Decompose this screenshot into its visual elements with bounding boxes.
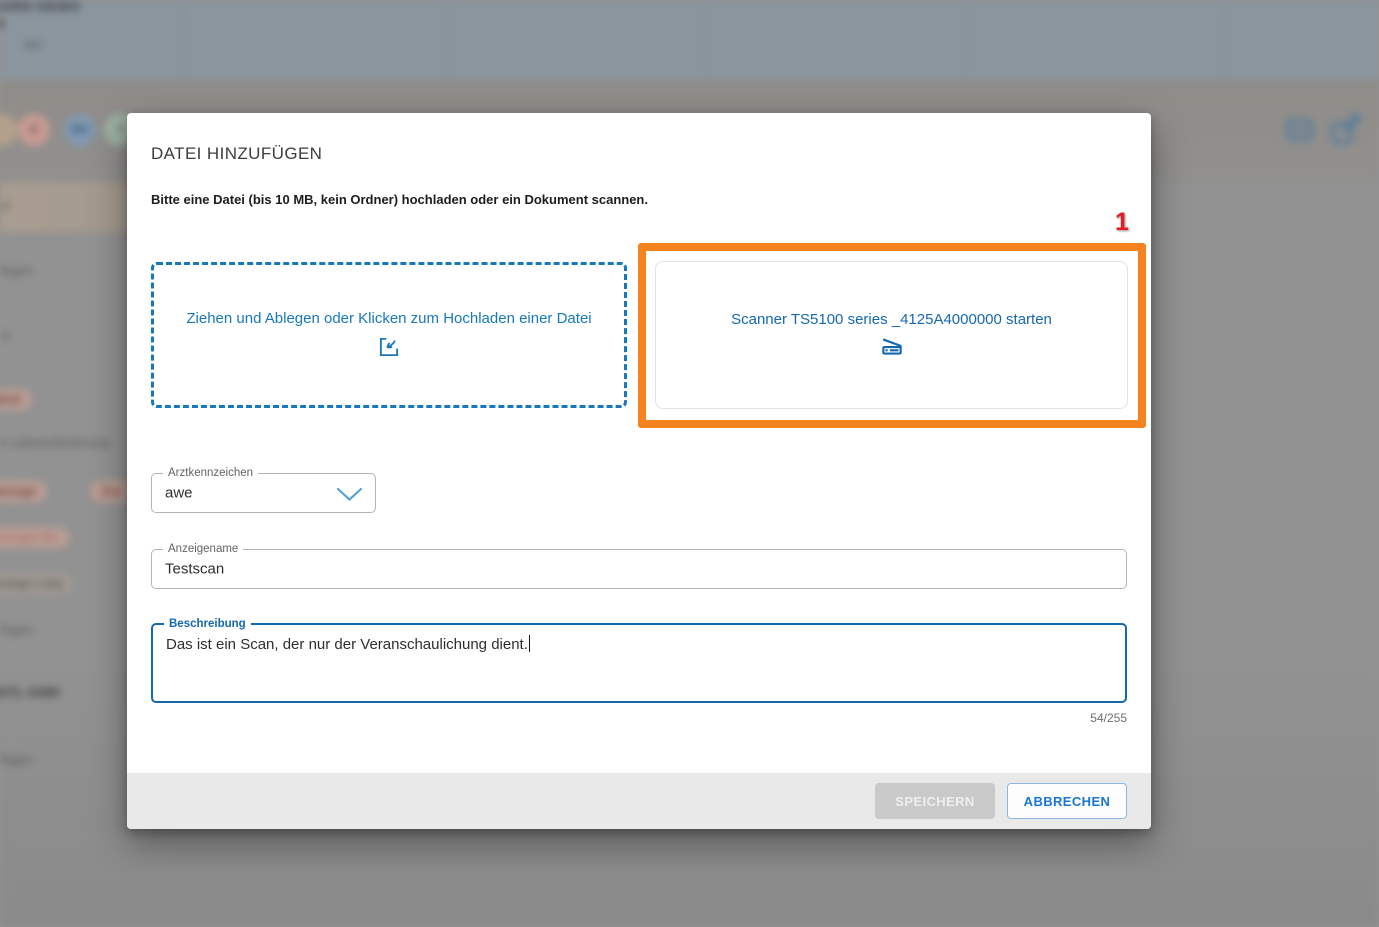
- anzeigename-input[interactable]: Anzeigename Testscan: [151, 549, 1127, 589]
- bg-list-text: d: [2, 328, 9, 343]
- workspace-subtitle: A: [0, 16, 5, 31]
- arztkennzeichen-select[interactable]: Arztkennzeichen awe: [151, 473, 376, 513]
- avatar-initials: T: [117, 124, 124, 136]
- bg-list-text: fügen: [0, 263, 33, 278]
- char-counter: 54/255: [1090, 711, 1127, 725]
- workspace-title: OARD-DEMO: [0, 0, 81, 14]
- anzeigename-label: Anzeigename: [163, 542, 243, 557]
- add-file-dialog: DATEI HINZUFÜGEN Bitte eine Datei (bis 1…: [127, 113, 1151, 829]
- save-button[interactable]: SPEICHERN: [875, 783, 995, 819]
- bg-list-text: fügen: [0, 752, 33, 767]
- bg-status-badge: eitmassage: [0, 481, 47, 502]
- bg-status-badge: rgänzt: [0, 389, 32, 410]
- start-scanner-label: Scanner TS5100 series _4125A4000000 star…: [731, 311, 1052, 328]
- beschreibung-textarea[interactable]: Beschreibung Das ist ein Scan, der nur d…: [151, 623, 1127, 703]
- header-column-divider: [1225, 0, 1226, 80]
- avatar-initials: RA: [72, 124, 88, 136]
- dialog-subtitle: Bitte eine Datei (bis 10 MB, kein Ordner…: [151, 192, 648, 207]
- text-caret: [529, 635, 530, 652]
- avatar-initials: B: [30, 124, 38, 136]
- annotation-step-number: 1: [1115, 208, 1129, 237]
- chevron-down-icon: [336, 487, 363, 502]
- arztkennzeichen-value: awe: [165, 485, 193, 502]
- header-column-divider: [706, 0, 707, 80]
- anzeigename-value: Testscan: [165, 561, 224, 578]
- bg-list-text: d: [2, 198, 9, 213]
- annotation-highlight-box: Scanner TS5100 series _4125A4000000 star…: [638, 243, 1146, 428]
- scanner-icon: [879, 333, 905, 359]
- avatar: B: [18, 114, 50, 146]
- beschreibung-label: Beschreibung: [164, 617, 251, 632]
- dialog-title: DATEI HINZUFÜGEN: [151, 144, 322, 164]
- avatar: RA: [64, 114, 96, 146]
- header-column-divider: [182, 0, 183, 80]
- bg-list-text: e Laboranforderung: [0, 436, 110, 450]
- beschreibung-value: Das ist ein Scan, der nur der Veranschau…: [166, 635, 530, 653]
- app-header-strip: OARD-DEMO A 467: [0, 0, 1379, 80]
- header-column-divider: [447, 0, 448, 80]
- start-scanner-button[interactable]: Scanner TS5100 series _4125A4000000 star…: [655, 261, 1128, 409]
- bg-code-label: NGTL-5380: [0, 684, 60, 700]
- workspace-number: 467: [24, 40, 42, 52]
- bg-status-badge: eitmassage NG: [0, 527, 69, 548]
- upload-dropzone-label: Ziehen und Ablegen oder Klicken zum Hoch…: [176, 310, 601, 327]
- card-scanner-icon: [1286, 118, 1313, 142]
- arztkennzeichen-label: Arztkennzeichen: [163, 466, 258, 481]
- upload-dropzone[interactable]: Ziehen und Ablegen oder Klicken zum Hoch…: [151, 262, 627, 408]
- header-column-divider: [965, 0, 966, 80]
- dialog-footer: SPEICHERN ABBRECHEN: [127, 773, 1151, 829]
- bg-status-badge: eitmassage Lang: [0, 573, 73, 594]
- cancel-button[interactable]: ABBRECHEN: [1007, 783, 1127, 819]
- screen: OARD-DEMO A 467 B RA T d fügen d rgänzt …: [0, 0, 1379, 927]
- beschreibung-text: Das ist ein Scan, der nur der Veranschau…: [166, 636, 528, 653]
- upload-into-box-icon: [376, 334, 402, 360]
- share-icon: [1330, 112, 1362, 148]
- bg-list-text: fügen: [0, 622, 33, 637]
